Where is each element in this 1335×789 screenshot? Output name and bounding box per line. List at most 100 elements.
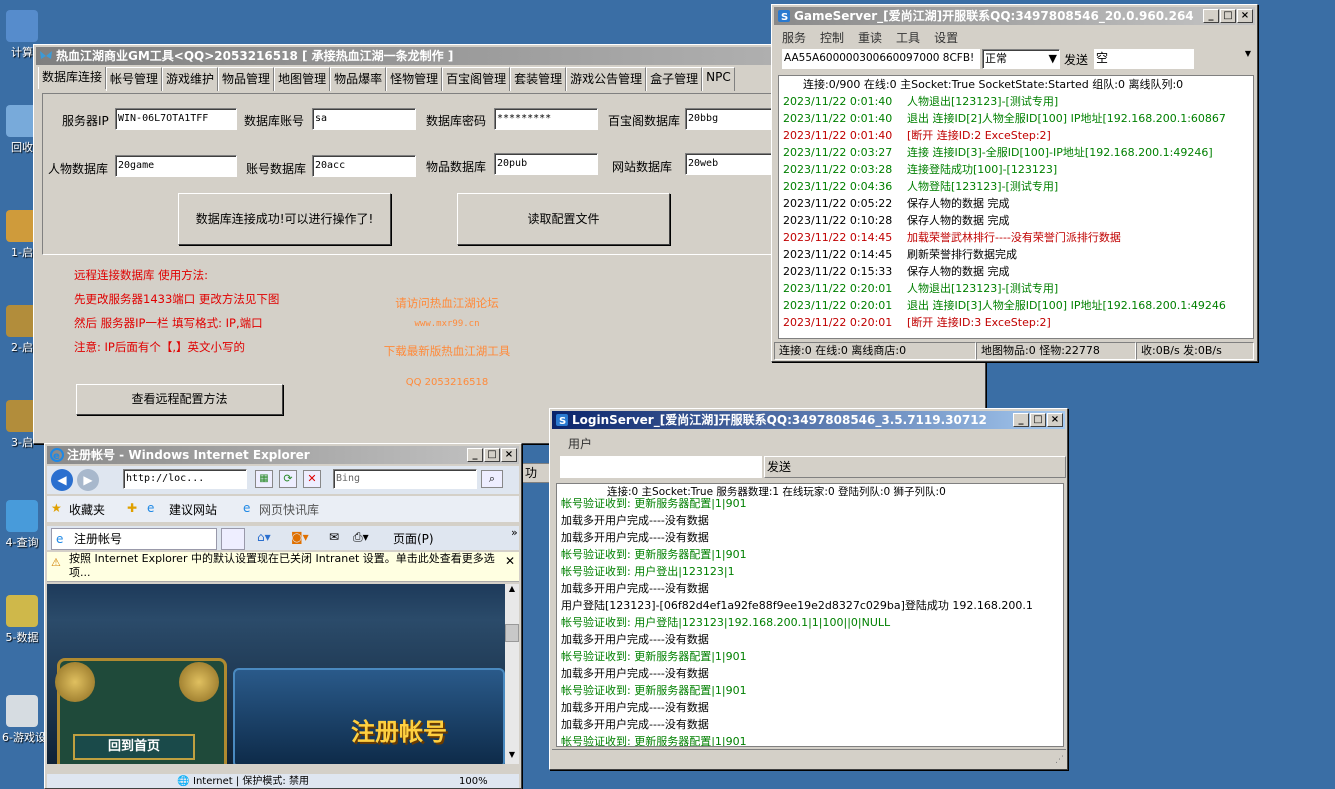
close-icon[interactable]: ×	[1047, 413, 1063, 427]
login-send-input[interactable]	[560, 456, 762, 478]
web-slice-link[interactable]: 网页快讯库	[259, 501, 319, 518]
ie-titlebar[interactable]: e 注册帐号 - Windows Internet Explorer _ □ ×	[47, 446, 519, 464]
forward-icon[interactable]: ▶	[77, 469, 99, 491]
log-timestamp: 2023/11/22 0:14:45	[783, 248, 893, 261]
refresh-icon[interactable]: ⟳	[279, 470, 297, 488]
mail-icon[interactable]: ✉	[329, 530, 339, 544]
home-button[interactable]: 回到首页	[73, 734, 195, 760]
close-icon[interactable]: ×	[501, 448, 517, 462]
minimize-icon[interactable]: _	[1203, 9, 1219, 23]
bbg-db-label: 百宝阁数据库	[608, 114, 681, 128]
login-send-button[interactable]: 发送	[764, 456, 1066, 478]
menu-item-user[interactable]: 用户	[568, 435, 592, 452]
lion-knocker-icon	[55, 662, 95, 702]
mode-select[interactable]: 正常 ▼	[982, 49, 1060, 69]
maximize-icon[interactable]: □	[484, 448, 500, 462]
menu-item[interactable]: 重读	[858, 29, 882, 46]
ie-navbar: ◀ ▶ http://loc... ▦ ⟳ ✕ Bing ⌕	[47, 466, 519, 494]
char-db-input[interactable]: 20game	[115, 155, 237, 177]
close-icon[interactable]: ×	[1237, 9, 1253, 23]
game-server-log[interactable]: 连接:0/900 在线:0 主Socket:True SocketState:S…	[778, 75, 1254, 339]
minimize-icon[interactable]: _	[467, 448, 483, 462]
partial-button[interactable]: 功	[520, 463, 550, 483]
db-pass-input[interactable]: *********	[494, 108, 598, 130]
view-remote-config-button[interactable]: 查看远程配置方法	[76, 384, 283, 415]
log-line: 用户登陆[123123]-[06f82d4ef1a92fe88f9ee19e2d…	[561, 599, 1033, 612]
tab-2[interactable]: 游戏维护	[162, 67, 219, 91]
desktop-icon[interactable]: 5-数据	[2, 595, 42, 645]
scroll-down-icon[interactable]: ▼	[1242, 49, 1254, 69]
maximize-icon[interactable]: □	[1030, 413, 1046, 427]
tab-4[interactable]: 地图管理	[274, 67, 331, 91]
print-icon[interactable]: ⎙▾	[353, 530, 369, 545]
ie-infobar[interactable]: ⚠ 按照 Internet Explorer 中的默认设置现在已关闭 Intra…	[47, 552, 519, 582]
menu-item[interactable]: 工具	[896, 29, 920, 46]
compat-icon[interactable]: ▦	[255, 470, 273, 488]
send-input[interactable]: 空	[1094, 49, 1194, 69]
tab-1[interactable]: 帐号管理	[106, 67, 163, 91]
item-db-input[interactable]: 20pub	[494, 153, 598, 175]
web-db-input[interactable]: 20web	[685, 153, 775, 175]
db-user-label: 数据库账号	[244, 114, 305, 128]
hex-input[interactable]: AA55A600000300660097000 8CFB!	[782, 49, 980, 69]
chevron-down-icon: ▼	[1048, 52, 1057, 65]
zoom-level[interactable]: 100%	[459, 774, 488, 788]
resize-grip-icon[interactable]: ⋰	[1055, 755, 1064, 765]
tab-9[interactable]: 游戏公告管理	[566, 67, 647, 91]
new-tab-button[interactable]	[221, 528, 245, 550]
db-connect-button[interactable]: 数据库连接成功!可以进行操作了!	[178, 193, 391, 245]
read-config-button[interactable]: 读取配置文件	[457, 193, 670, 245]
scroll-thumb[interactable]	[505, 624, 519, 642]
register-banner-title: 注册帐号	[351, 718, 447, 746]
server-ip-input[interactable]: WIN-06L7OTA1TFF	[115, 108, 237, 130]
favorites-label[interactable]: 收藏夹	[69, 501, 105, 518]
db-user-input[interactable]: sa	[312, 108, 416, 130]
bbg-db-input[interactable]: 20bbg	[685, 108, 775, 130]
login-server-titlebar[interactable]: S LoginServer_[爱尚江湖]开服联系QQ:3497808546_3.…	[552, 411, 1065, 429]
acc-db-input[interactable]: 20acc	[312, 155, 416, 177]
page-menu[interactable]: 页面(P)	[393, 530, 434, 547]
login-server-title: LoginServer_[爱尚江湖]开服联系QQ:3497808546_3.5.…	[572, 413, 987, 427]
maximize-icon[interactable]: □	[1220, 9, 1236, 23]
tab-7[interactable]: 百宝阁管理	[442, 67, 511, 91]
status-cell: 连接:0 在线:0 离线商店:0	[774, 342, 976, 360]
rss-icon[interactable]: ◙▾	[291, 530, 309, 544]
login-server-log[interactable]: 连接:0 主Socket:True 服务器数理:1 在线玩家:0 登陆列队:0 …	[556, 483, 1064, 747]
ie-tab[interactable]: e 注册帐号	[51, 528, 217, 550]
home-icon[interactable]: ⌂▾	[257, 530, 271, 544]
tab-0[interactable]: 数据库连接	[38, 67, 107, 89]
close-icon[interactable]: ✕	[505, 554, 515, 568]
menu-item[interactable]: 控制	[820, 29, 844, 46]
search-input[interactable]: Bing	[333, 469, 477, 489]
back-icon[interactable]: ◀	[51, 469, 73, 491]
address-bar[interactable]: http://loc...	[123, 469, 247, 489]
suggested-sites-link[interactable]: 建议网站	[169, 501, 217, 518]
tab-6[interactable]: 怪物管理	[386, 67, 443, 91]
ie-tab-row: e 注册帐号 ⌂▾ ◙▾ ✉ ⎙▾ 页面(P) »	[47, 526, 519, 550]
scroll-up-icon[interactable]: ▲	[505, 584, 519, 598]
tab-5[interactable]: 物品爆率	[330, 67, 387, 91]
game-server-log-lines: 2023/11/22 0:01:40 人物退出[123123]-[测试专用] 202…	[783, 93, 1253, 331]
window-controls: _ □ ×	[1013, 413, 1063, 427]
vertical-scrollbar[interactable]: ▲ ▼	[505, 584, 519, 764]
menu-item[interactable]: 服务	[782, 29, 806, 46]
search-icon[interactable]: ⌕	[481, 470, 503, 488]
chevron-right-icon[interactable]: »	[511, 526, 518, 539]
tab-10[interactable]: 盒子管理	[646, 67, 703, 91]
add-favorite-icon[interactable]: ✚	[127, 501, 137, 515]
tab-11[interactable]: NPC	[702, 67, 735, 91]
tab-3[interactable]: 物品管理	[218, 67, 275, 91]
stop-icon[interactable]: ✕	[303, 470, 321, 488]
log-line: 2023/11/22 0:20:01 退出 连接ID[3]人物全服ID[100] …	[783, 297, 1253, 314]
log-line: 帐号验证收到: 更新服务器配置|1|901	[561, 684, 747, 697]
minimize-icon[interactable]: _	[1013, 413, 1029, 427]
scroll-down-icon[interactable]: ▼	[505, 750, 519, 764]
menu-item[interactable]: 设置	[934, 29, 958, 46]
desktop-icon[interactable]: 4-查询	[2, 500, 42, 550]
desktop-icon[interactable]: 6-游戏设	[2, 695, 46, 745]
ie-title: 注册帐号 - Windows Internet Explorer	[67, 448, 310, 462]
tab-8[interactable]: 套装管理	[510, 67, 567, 91]
login-server-log-lines: 帐号验证收到: 更新服务器配置|1|901 加载多开用户完成----没有数据 加载多…	[561, 495, 1063, 746]
game-server-titlebar[interactable]: S GameServer_[爱尚江湖]开服联系QQ:3497808546_20.…	[774, 7, 1255, 25]
warning-icon: ⚠	[51, 556, 61, 569]
